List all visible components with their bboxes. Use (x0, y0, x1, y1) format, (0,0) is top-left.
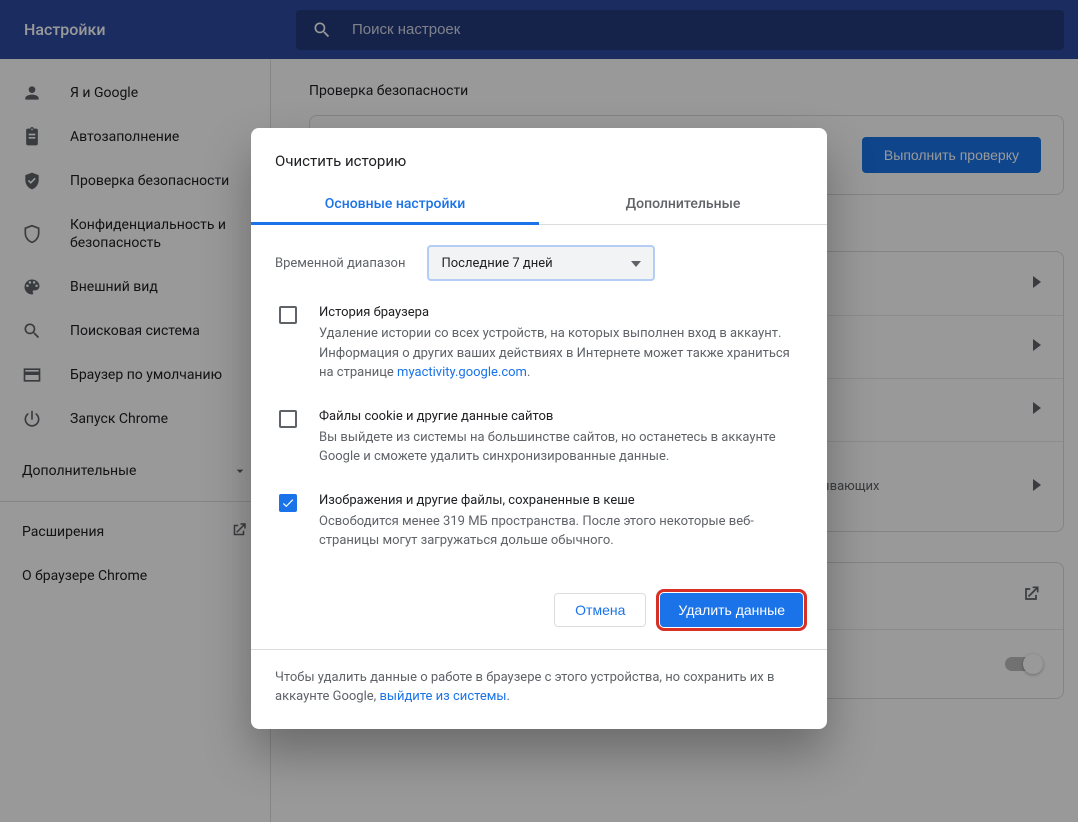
sign-out-link[interactable]: выйдите из системы (379, 689, 506, 704)
dialog-footer: Чтобы удалить данные о работе в браузере… (251, 649, 827, 729)
time-range-select[interactable]: Последние 7 дней (427, 245, 655, 281)
option-title: Файлы cookie и другие данные сайтов (319, 409, 803, 424)
clear-data-dialog: Очистить историю Основные настройки Допо… (251, 128, 827, 729)
checkbox-cached-images[interactable] (279, 494, 297, 512)
time-range-label: Временной диапазон (275, 256, 405, 271)
tab-advanced[interactable]: Дополнительные (539, 184, 827, 224)
modal-overlay[interactable]: Очистить историю Основные настройки Допо… (0, 0, 1078, 822)
checkbox-cookies[interactable] (279, 410, 297, 428)
dialog-tabs: Основные настройки Дополнительные (251, 184, 827, 225)
myactivity-link[interactable]: myactivity.google.com (397, 365, 527, 380)
option-description: Вы выйдете из системы на большинстве сай… (319, 428, 803, 467)
delete-data-button[interactable]: Удалить данные (660, 593, 803, 627)
select-value: Последние 7 дней (441, 256, 552, 271)
checkbox-browsing-history[interactable] (279, 306, 297, 324)
dropdown-icon (631, 256, 641, 271)
option-description: Освободится менее 319 МБ пространства. П… (319, 512, 803, 551)
tab-basic[interactable]: Основные настройки (251, 184, 539, 224)
option-title: История браузера (319, 305, 803, 320)
cancel-button[interactable]: Отмена (554, 593, 646, 627)
option-description: Удаление истории со всех устройств, на к… (319, 324, 803, 383)
dialog-title: Очистить историю (251, 128, 827, 184)
option-title: Изображения и другие файлы, сохраненные … (319, 493, 803, 508)
